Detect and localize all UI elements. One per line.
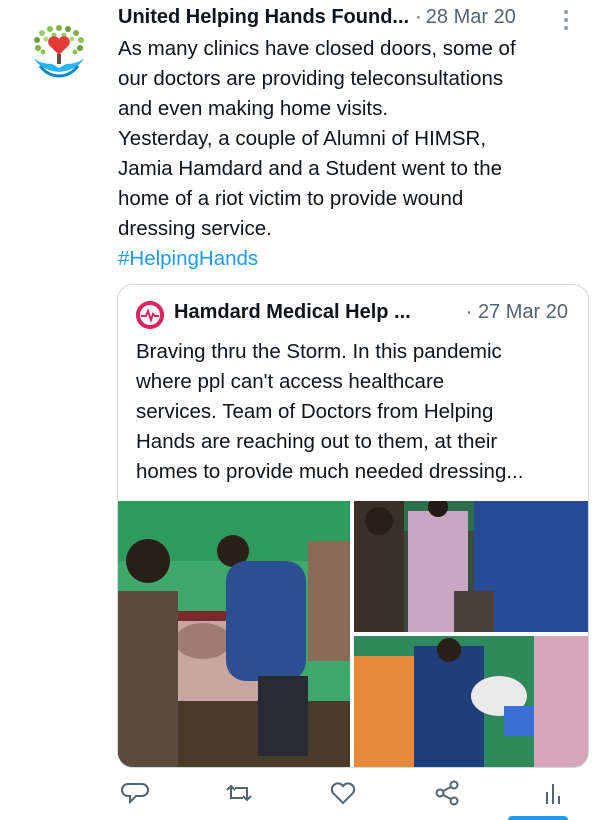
quoted-text-line: where ppl can't access healthcare [136, 370, 445, 393]
author-avatar[interactable] [20, 8, 98, 86]
like-icon[interactable] [328, 778, 358, 808]
tweet-date[interactable]: 28 Mar 20 [426, 6, 516, 28]
quoted-text-line: Braving thru the Storm. In this pandemic [136, 340, 502, 363]
tweet-header: United Helping Hands Found... · 28 Mar 20 [118, 6, 588, 36]
quoted-text-line: Hands are reaching out to them, at their [136, 430, 498, 453]
author-name[interactable]: United Helping Hands Found... [118, 6, 409, 28]
reply-icon[interactable] [120, 778, 150, 808]
photo-dressing-supplies[interactable] [354, 636, 588, 767]
tweet-text-line: dressing service. [118, 217, 272, 240]
tweet-text-line: Yesterday, a couple of Alumni of HIMSR, [118, 127, 487, 150]
quoted-tweet[interactable]: Hamdard Medical Help ... · 27 Mar 20 Bra… [117, 284, 589, 768]
tweet-text-line: As many clinics have closed doors, some … [118, 37, 516, 60]
scroll-indicator [508, 816, 568, 820]
analytics-icon[interactable] [538, 778, 568, 808]
quoted-author-name[interactable]: Hamdard Medical Help ... [174, 301, 411, 324]
tweet-actions [118, 778, 588, 814]
hashtag-link[interactable]: #HelpingHands [118, 244, 588, 274]
quoted-text-line: services. Team of Doctors from Helping [136, 400, 494, 423]
separator-dot: · [415, 6, 422, 28]
tweet-text-line: and even making home visits. [118, 97, 389, 120]
quoted-date[interactable]: · 27 Mar 20 [466, 301, 568, 324]
media-grid [118, 501, 588, 767]
tweet-text-line: our doctors are providing teleconsultati… [118, 67, 504, 90]
quoted-author-avatar[interactable] [136, 301, 164, 329]
photo-patient-treatment[interactable] [118, 501, 350, 767]
share-icon[interactable] [432, 778, 462, 808]
tweet-text: As many clinics have closed doors, some … [118, 34, 588, 274]
tweet-text-line: Jamia Hamdard and a Student went to the [118, 157, 503, 180]
quoted-text: Braving thru the Storm. In this pandemic… [136, 337, 576, 487]
more-options-icon[interactable] [556, 6, 576, 34]
quoted-header: Hamdard Medical Help ... · 27 Mar 20 [136, 299, 576, 329]
quoted-text-line: homes to provide much needed dressing... [136, 460, 524, 483]
retweet-icon[interactable] [224, 778, 254, 808]
tweet[interactable]: United Helping Hands Found... · 28 Mar 20 … [0, 0, 603, 820]
photo-doctors-standing[interactable] [354, 501, 588, 632]
tweet-text-line: home of a riot victim to provide wound [118, 187, 464, 210]
